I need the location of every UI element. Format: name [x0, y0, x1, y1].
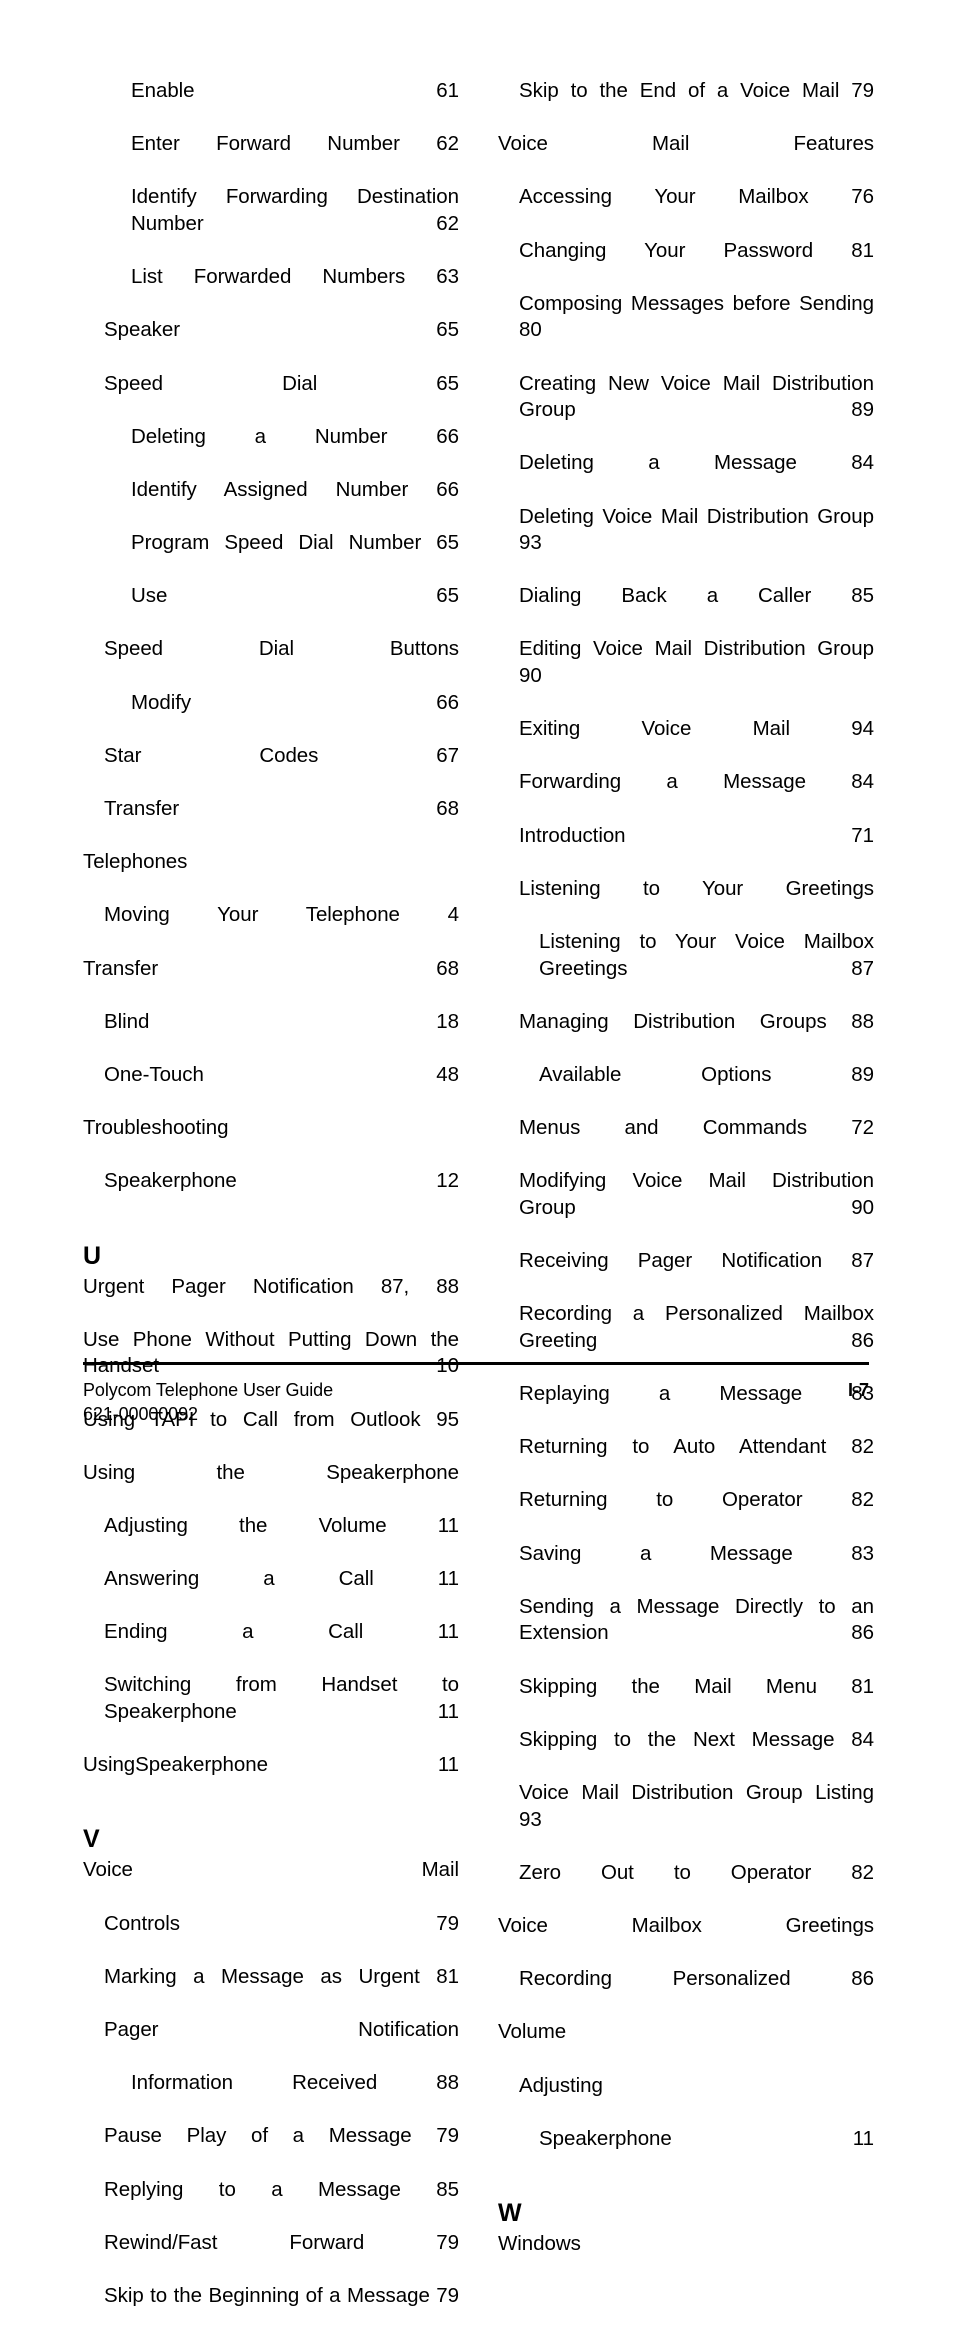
index-entry: Creating New Voice Mail Distribution Gro…: [519, 371, 874, 422]
footer-part-number: 621-00000092: [83, 1403, 198, 1424]
index-entry: Enable 61: [131, 79, 459, 102]
index-entry: Deleting a Number 66: [131, 424, 459, 448]
index-entry: Identify Assigned Number 66: [131, 477, 459, 501]
index-entry: Switching from Handset to Speakerphone 1…: [104, 1673, 459, 1724]
index-column-left: Enable 61 Enter Forward Number 62 Identify…: [83, 78, 459, 2336]
index-entry-list-v: Voice Mail Controls 79 Marking a Message a…: [83, 1857, 459, 2336]
index-entry: Receiving Pager Notification 87: [519, 1249, 874, 1273]
index-entry: Ending a Call 11: [104, 1620, 459, 1644]
footer-divider: [83, 1362, 869, 1365]
index-entry: Adjusting: [519, 2073, 603, 2097]
letter-heading-v: V: [83, 1825, 100, 1854]
index-entry: Controls 79: [104, 1911, 459, 1935]
index-entry: Identify Forwarding Destination Number 6…: [131, 185, 459, 235]
index-entry: Information Received 88: [131, 2071, 459, 2095]
index-entry: Forwarding a Message 84: [519, 770, 874, 794]
index-entry: Program Speed Dial Number 65: [131, 531, 459, 555]
index-entry: Pager Notification: [104, 2017, 459, 2041]
index-entry: Exiting Voice Mail 94: [519, 717, 874, 741]
index-entry: Windows: [498, 2231, 581, 2255]
index-entry-list-right: Skip to the End of a Voice Mail 79 Voice …: [498, 78, 874, 2179]
index-entry: Voice Mailbox Greetings: [498, 1913, 874, 1937]
index-entry: Speakerphone 12: [104, 1169, 459, 1193]
index-entry: Skip to the End of a Voice Mail 79: [519, 79, 874, 102]
index-entry: Modifying Voice Mail Distribution Group …: [519, 1169, 874, 1219]
index-entry: One-Touch 48: [104, 1062, 459, 1086]
index-entry: Skipping to the Next Message 84: [519, 1727, 874, 1751]
index-entry: Transfer 68: [83, 956, 459, 980]
index-entry: Listening to Your Greetings: [519, 876, 874, 900]
index-entry: Speed Dial 65: [104, 371, 459, 395]
index-entry: Enter Forward Number 62: [131, 132, 459, 156]
index-entry: Dialing Back a Caller 85: [519, 584, 874, 608]
index-entry: Marking a Message as Urgent 81: [104, 1964, 459, 1988]
index-entry: Available Options 89: [539, 1062, 874, 1086]
index-entry: Modify 66: [131, 690, 459, 714]
index-entry: UsingSpeakerphone 11: [83, 1753, 459, 1777]
index-entry: Managing Distribution Groups 88: [519, 1009, 874, 1033]
index-entry: Menus and Commands 72: [519, 1116, 874, 1140]
index-entry: Use 65: [131, 584, 459, 608]
index-entry: Moving Your Telephone 4: [104, 903, 459, 927]
index-entry: Recording Personalized 86: [519, 1967, 874, 1991]
index-entry: Deleting a Message 84: [519, 451, 874, 475]
index-entry: Listening to Your Voice Mailbox Greeting…: [539, 930, 874, 980]
index-entry: Deleting Voice Mail Distribution Group 9…: [519, 504, 874, 555]
index-entry: Accessing Your Mailbox 76: [519, 185, 874, 209]
index-entry: Star Codes 67: [104, 743, 459, 767]
index-entry: Returning to Auto Attendant 82: [519, 1435, 874, 1459]
index-entry-list-u: Urgent Pager Notification 87, 88 Use Phon…: [83, 1274, 459, 1806]
index-entry: Skip to the Beginning of a Message 79: [104, 2283, 459, 2307]
index-entry: Urgent Pager Notification 87, 88: [83, 1274, 459, 1298]
index-entry: Sending a Message Directly to an Extensi…: [519, 1594, 874, 1645]
index-entry: Speaker 65: [104, 318, 459, 342]
index-entry: Zero Out to Operator 82: [519, 1860, 874, 1884]
footer-row: Polycom Telephone User Guide 621-0000009…: [83, 1379, 869, 1426]
index-entry: Introduction 71: [519, 823, 874, 847]
index-entry: Voice Mail: [83, 1858, 459, 1882]
index-entry: Answering a Call 11: [104, 1567, 459, 1591]
index-entry: Saving a Message 83: [519, 1541, 874, 1565]
index-entry: List Forwarded Numbers 63: [131, 265, 459, 289]
index-entry: Pause Play of a Message 79: [104, 2124, 459, 2148]
index-entry: Editing Voice Mail Distribution Group 90: [519, 637, 874, 688]
index-entry: Returning to Operator 82: [519, 1488, 874, 1512]
index-entry: Using the Speakerphone: [83, 1460, 459, 1484]
index-entry: Skipping the Mail Menu 81: [519, 1674, 874, 1698]
index-page: Enable 61 Enter Forward Number 62 Identify…: [0, 0, 954, 2307]
page-footer: Polycom Telephone User Guide 621-0000009…: [83, 1362, 869, 1426]
index-entry: Adjusting the Volume 11: [104, 1513, 459, 1537]
index-entry: Composing Messages before Sending 80: [519, 291, 874, 342]
index-entry: Transfer 68: [104, 797, 459, 821]
index-entry: Blind 18: [104, 1009, 459, 1033]
index-entry: Volume: [498, 2020, 567, 2044]
index-entry: Telephones: [83, 850, 188, 874]
index-entry: Rewind/Fast Forward 79: [104, 2230, 459, 2254]
footer-document-title: Polycom Telephone User Guide: [83, 1380, 334, 1400]
index-entry: Changing Your Password 81: [519, 238, 874, 262]
index-entry-list-w: Windows: [498, 2231, 874, 2284]
index-entry: Voice Mail Distribution Group Listing 93: [519, 1781, 874, 1831]
letter-heading-u: U: [83, 1241, 102, 1270]
index-entry-list-left-continued: Enable 61 Enter Forward Number 62 Identify…: [83, 78, 459, 1222]
index-entry: Replying to a Message 85: [104, 2177, 459, 2201]
index-column-right: Skip to the End of a Voice Mail 79 Voice …: [498, 78, 874, 2284]
index-entry: Voice Mail Features: [498, 132, 874, 156]
letter-heading-w: W: [498, 2198, 522, 2227]
index-entry: Speed Dial Buttons: [104, 637, 459, 661]
index-entry: Speakerphone 11: [539, 2126, 874, 2150]
index-entry: Troubleshooting: [83, 1116, 229, 1140]
footer-left-block: Polycom Telephone User Guide 621-0000009…: [83, 1379, 333, 1426]
page-number: I-7: [847, 1380, 869, 1400]
index-body: Enable 61 Enter Forward Number 62 Identify…: [83, 78, 874, 2307]
